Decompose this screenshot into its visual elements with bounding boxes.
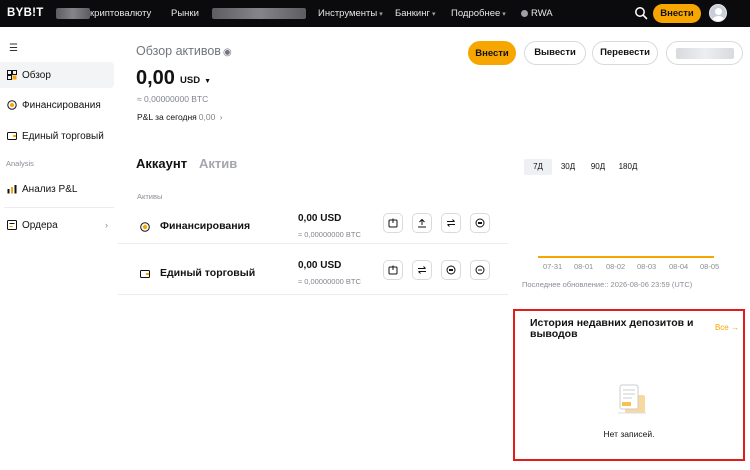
asset-row-unified-trading[interactable]: Единый торговый 0,00 USD ≈ 0,00000000 BT…	[118, 253, 508, 299]
wallet-icon	[140, 270, 150, 278]
sidebar-item-label: Ордера	[22, 219, 58, 231]
bybit-logo[interactable]: BYB!T	[7, 7, 44, 19]
tab-asset[interactable]: Актив	[199, 156, 237, 171]
sidebar-item-label: Анализ P&L	[22, 183, 78, 195]
balance-btc: ≈ 0,00000000 BTC	[137, 94, 209, 104]
asset-name: Единый торговый	[160, 267, 256, 279]
tab-account[interactable]: Аккаунт	[136, 156, 187, 171]
history-title: История недавних депозитов и выводов	[530, 317, 694, 340]
nav-item-more[interactable]: Подробнее ▾	[451, 8, 506, 19]
range-tab-7d[interactable]: 7Д	[524, 159, 552, 175]
convert-icon	[446, 265, 456, 275]
orders-icon	[7, 220, 17, 230]
chart-range-tabs: 7Д 30Д 90Д 180Д	[524, 159, 642, 175]
sidebar-item-overview[interactable]: Обзор	[0, 62, 114, 88]
eye-icon[interactable]: ◉	[223, 47, 232, 58]
collapse-sidebar-icon[interactable]: ☰	[9, 43, 18, 54]
chevron-right-icon: ›	[105, 220, 108, 230]
nav-item-crypto[interactable]: криптовалюту	[90, 8, 151, 19]
row-divider	[118, 294, 508, 295]
recent-history-card: История недавних депозитов и выводов Все…	[513, 309, 745, 461]
currency-selector[interactable]: USD ▼	[180, 75, 211, 86]
view-all-link[interactable]: Все →	[715, 323, 739, 332]
convert-icon	[475, 218, 485, 228]
withdraw-button[interactable]: Вывести	[524, 41, 586, 65]
blurred-button[interactable]	[666, 41, 743, 65]
asset-btc-value: ≈ 0,00000000 BTC	[298, 277, 361, 286]
chevron-down-icon: ▾	[379, 11, 383, 18]
sidebar-item-pnl-analysis[interactable]: Анализ P&L	[0, 176, 114, 202]
x-tick: 08-04	[669, 262, 689, 271]
header-deposit-button[interactable]: Внести	[653, 4, 701, 23]
rwa-icon	[521, 9, 528, 17]
deposit-button[interactable]: Внести	[468, 41, 516, 65]
transfer-icon	[418, 266, 426, 274]
deposit-icon	[388, 265, 398, 275]
sidebar-item-unified-trading[interactable]: Единый торговый	[0, 123, 114, 149]
nav-item-rwa[interactable]: RWA	[521, 8, 553, 19]
avatar[interactable]	[709, 4, 727, 22]
deposit-icon	[388, 218, 398, 228]
last-updated-text: Последнее обновление:: 2026-08-06 23:59 …	[522, 280, 693, 289]
page-title: Обзор активов ◉	[136, 44, 232, 58]
bar-chart-icon	[7, 184, 17, 194]
x-tick: 08-03	[637, 262, 657, 271]
sidebar-divider	[4, 207, 114, 208]
asset-btc-value: ≈ 0,00000000 BTC	[298, 230, 361, 239]
assets-label: Активы	[137, 192, 163, 201]
x-tick: 08-05	[700, 262, 720, 271]
chevron-right-icon: ›	[217, 112, 223, 122]
balance-chart-line	[538, 256, 714, 258]
funding-icon	[140, 222, 150, 232]
withdraw-icon-button[interactable]	[412, 213, 432, 233]
sidebar-item-label: Финансирования	[22, 99, 101, 111]
more-icon-button[interactable]	[470, 260, 490, 280]
sidebar-item-funding[interactable]: Финансирования	[0, 92, 114, 118]
range-tab-180d[interactable]: 180Д	[614, 159, 642, 175]
asset-usd-value: 0,00 USD	[298, 213, 342, 224]
deposit-icon-button[interactable]	[383, 213, 403, 233]
search-icon[interactable]	[634, 6, 648, 20]
chevron-down-icon: ▾	[431, 11, 436, 18]
nav-item-banking[interactable]: Банкинг ▾	[395, 8, 435, 19]
deposit-icon-button[interactable]	[383, 260, 403, 280]
empty-state-text: Нет записей.	[603, 429, 655, 439]
empty-document-icon	[618, 384, 646, 414]
sidebar-item-label: Обзор	[22, 69, 51, 81]
blurred-nav-item	[56, 8, 90, 19]
x-tick: 07-31	[543, 262, 563, 271]
top-navigation-bar: BYB!T криптовалюту Рынки Инструменты ▾ Ба…	[0, 0, 750, 27]
funding-icon	[7, 100, 17, 110]
row-divider	[118, 243, 508, 244]
upload-icon	[418, 218, 426, 228]
nav-item-tools[interactable]: Инструменты ▾	[318, 8, 383, 19]
more-icon	[475, 265, 485, 275]
arrow-right-icon: →	[731, 323, 739, 332]
convert-icon-button[interactable]	[441, 260, 461, 280]
wallet-icon	[7, 131, 17, 141]
nav-item-markets[interactable]: Рынки	[171, 8, 199, 19]
pnl-today-link[interactable]: P&L за сегодня 0,00 ›	[137, 112, 223, 122]
transfer-icon-button[interactable]	[412, 260, 432, 280]
overview-icon	[7, 70, 17, 80]
total-balance: 0,00	[136, 67, 175, 89]
caret-down-icon: ▼	[204, 78, 211, 85]
x-tick: 08-02	[606, 262, 626, 271]
sidebar: ☰ Обзор Финансирования Единый торговый A…	[0, 27, 118, 470]
x-tick: 08-01	[574, 262, 594, 271]
range-tab-90d[interactable]: 90Д	[584, 159, 612, 175]
chevron-down-icon: ▾	[502, 11, 506, 18]
transfer-icon-button[interactable]	[441, 213, 461, 233]
transfer-icon	[447, 219, 455, 227]
asset-name: Финансирования	[160, 220, 251, 232]
blurred-nav-item	[212, 8, 306, 19]
sidebar-item-orders[interactable]: Ордера ›	[0, 212, 114, 238]
asset-usd-value: 0,00 USD	[298, 260, 342, 271]
range-tab-30d[interactable]: 30Д	[554, 159, 582, 175]
transfer-button[interactable]: Перевести	[592, 41, 658, 65]
convert-icon-button[interactable]	[470, 213, 490, 233]
asset-row-funding[interactable]: Финансирования 0,00 USD ≈ 0,00000000 BTC	[118, 206, 508, 252]
sidebar-item-label: Единый торговый	[22, 130, 104, 142]
sidebar-section-label: Analysis	[6, 159, 34, 168]
